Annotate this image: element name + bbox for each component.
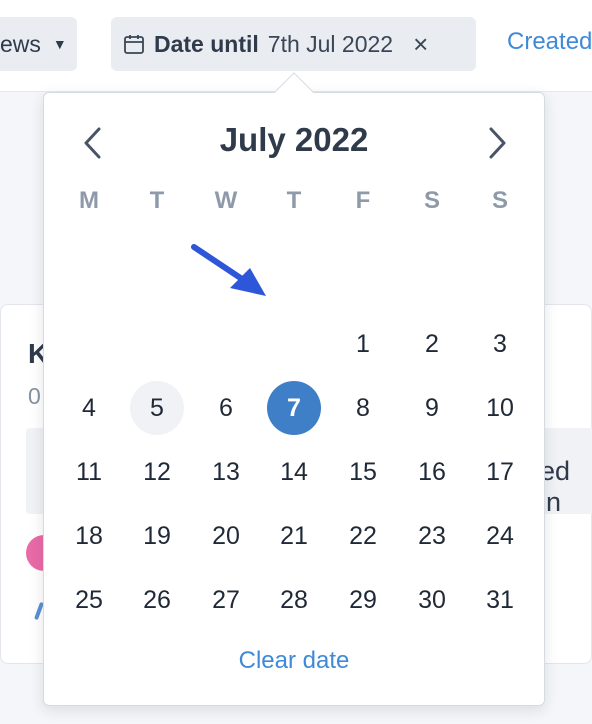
annotation-arrow-icon (191, 244, 266, 296)
calendar-day[interactable]: 27 (199, 573, 253, 627)
weekday-label: T (286, 187, 302, 214)
caret-down-icon: ▼ (52, 36, 67, 52)
card-count: 0 (28, 383, 41, 409)
calendar-day[interactable]: 24 (473, 509, 527, 563)
calendar-day[interactable]: 14 (267, 445, 321, 499)
calendar-icon (124, 35, 144, 54)
calendar-day[interactable]: 16 (405, 445, 459, 499)
selected-day[interactable]: 7 (267, 381, 321, 435)
calendar-day[interactable]: 6 (199, 381, 253, 435)
calendar-day[interactable]: 28 (267, 573, 321, 627)
calendar-day[interactable]: 15 (336, 445, 390, 499)
weekday-label: W (214, 187, 238, 214)
date-filter-value: 7th Jul 2022 (267, 30, 394, 57)
weekday-label: F (355, 187, 371, 214)
views-dropdown[interactable]: ews ▼ (0, 17, 77, 71)
calendar-day[interactable]: 5 (130, 381, 184, 435)
weekday-label: S (423, 187, 440, 214)
chevron-right-icon (489, 127, 506, 159)
calendar-day[interactable]: 30 (405, 573, 459, 627)
calendar-day[interactable]: 10 (473, 381, 527, 435)
close-icon[interactable]: × (413, 31, 428, 57)
month-title: July 2022 (219, 121, 369, 158)
calendar-day[interactable]: 20 (199, 509, 253, 563)
calendar-day[interactable]: 4 (62, 381, 116, 435)
date-picker-popover: July 2022 MTWTFSS 1 2 3 4 5 6 7 8 9 10 11 12 13 14 15 1… (43, 72, 545, 706)
calendar-day[interactable]: 31 (473, 573, 527, 627)
calendar-day[interactable]: 11 (62, 445, 116, 499)
views-dropdown-label: ews (0, 30, 41, 57)
calendar-day[interactable]: 13 (199, 445, 253, 499)
weekday-label: T (149, 187, 165, 214)
calendar-day[interactable]: 8 (336, 381, 390, 435)
calendar-day[interactable]: 2 (405, 317, 459, 371)
weekday-label: S (491, 187, 508, 214)
calendar-day[interactable]: 9 (405, 381, 459, 435)
calendar-day[interactable]: 17 (473, 445, 527, 499)
calendar-day[interactable]: 23 (405, 509, 459, 563)
clear-date-button[interactable]: Clear date (44, 647, 544, 675)
calendar-day[interactable]: 29 (336, 573, 390, 627)
calendar-day[interactable]: 12 (130, 445, 184, 499)
calendar-day[interactable]: 1 (336, 317, 390, 371)
calendar-day[interactable]: 18 (62, 509, 116, 563)
calendar-day[interactable]: 19 (130, 509, 184, 563)
calendar-day[interactable]: 25 (62, 573, 116, 627)
calendar-day[interactable]: 22 (336, 509, 390, 563)
card-snippet-text: ed in (540, 456, 571, 517)
calendar-day[interactable]: 26 (130, 573, 184, 627)
date-filter-label: Date until (154, 30, 259, 57)
next-month-button[interactable] (480, 123, 516, 163)
date-filter-chip[interactable]: Date until 7th Jul 2022 × (111, 17, 476, 71)
created-link[interactable]: Created (507, 28, 592, 56)
calendar-day[interactable]: 21 (267, 509, 321, 563)
weekday-label: M (79, 187, 99, 214)
calendar-day[interactable]: 3 (473, 317, 527, 371)
